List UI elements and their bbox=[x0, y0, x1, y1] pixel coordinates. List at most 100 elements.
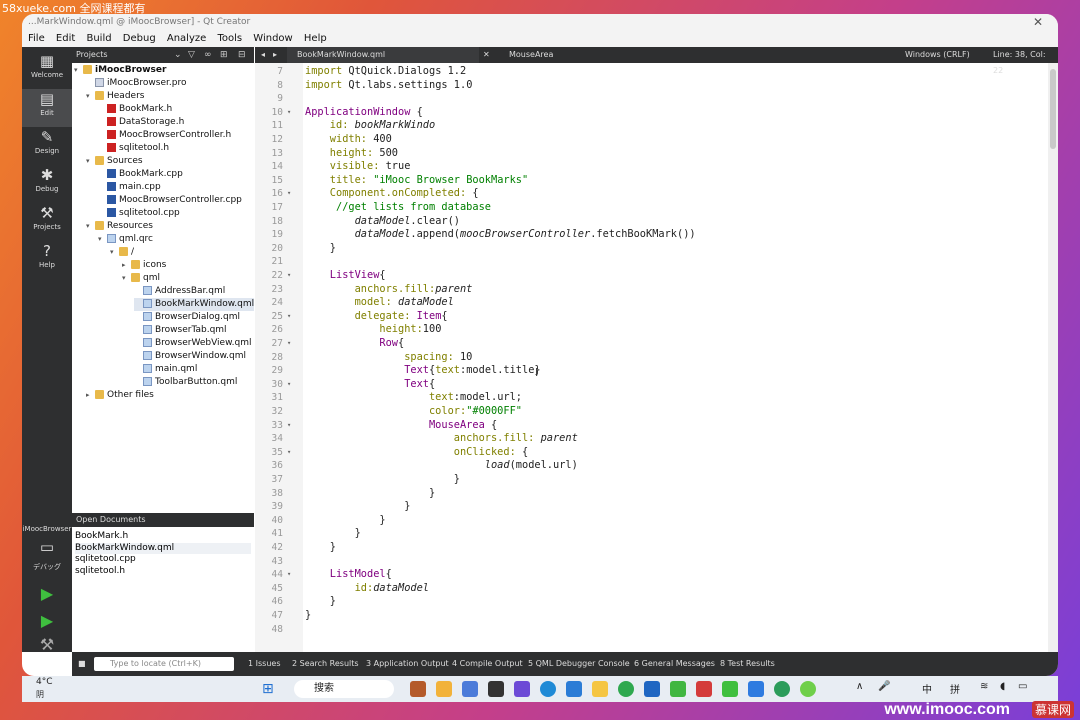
mode-welcome[interactable]: ▦ Welcome bbox=[22, 51, 72, 89]
mode-projects[interactable]: ⚒ Projects bbox=[22, 203, 72, 241]
chevron-down-icon[interactable]: ▾ bbox=[74, 64, 83, 77]
code-line[interactable]: 19 dataModel.append(moocBrowserControlle… bbox=[255, 228, 1048, 242]
ime-mode[interactable]: 中 bbox=[922, 681, 932, 696]
code-line[interactable]: 48 bbox=[255, 623, 1048, 637]
code-line[interactable]: 7 import QtQuick.Dialogs 1.2 bbox=[255, 65, 1048, 79]
fold-arrow-icon[interactable]: ▾ bbox=[287, 378, 291, 392]
chevron-down-icon[interactable]: ▾ bbox=[86, 155, 95, 168]
code-line[interactable]: 32 color:"#0000FF" bbox=[255, 405, 1048, 419]
code-line[interactable]: 12 width: 400 bbox=[255, 133, 1048, 147]
menu-help[interactable]: Help bbox=[304, 33, 327, 44]
app-icon-15[interactable] bbox=[774, 681, 790, 697]
code-line[interactable]: 39 } bbox=[255, 500, 1048, 514]
projects-header[interactable]: Projects ⌄ ▽ ∞ ⊞ ⊟ bbox=[72, 47, 254, 63]
code-line[interactable]: 30 ▾ Text{ bbox=[255, 378, 1048, 392]
fold-arrow-icon[interactable]: ▾ bbox=[287, 337, 291, 351]
microphone-icon[interactable]: 🎤 bbox=[878, 681, 890, 692]
app-icon-4[interactable] bbox=[488, 681, 504, 697]
app-icon-3[interactable] bbox=[462, 681, 478, 697]
pane-issues[interactable]: 1 Issues bbox=[248, 652, 281, 676]
tree-item[interactable]: BookMarkWindow.qml bbox=[134, 298, 254, 311]
toggle-sidebar-icon[interactable]: ■ bbox=[78, 652, 86, 676]
tree-item[interactable]: main.cpp bbox=[98, 181, 254, 194]
open-document-item[interactable]: sqlitetool.cpp bbox=[75, 554, 136, 565]
code-line[interactable]: 37 } bbox=[255, 473, 1048, 487]
open-document-item[interactable]: sqlitetool.h bbox=[75, 566, 125, 577]
pane-test-results[interactable]: 8 Test Results bbox=[720, 652, 775, 676]
tree-item[interactable]: BrowserWebView.qml bbox=[134, 337, 254, 350]
nav-back-icon[interactable]: ◂ bbox=[261, 47, 265, 63]
tree-item[interactable]: AddressBar.qml bbox=[134, 285, 254, 298]
tree-item[interactable]: ▾ Sources bbox=[86, 155, 254, 168]
fold-arrow-icon[interactable]: ▾ bbox=[287, 187, 291, 201]
tree-item[interactable]: ▾ / bbox=[110, 246, 254, 259]
open-document-item[interactable]: BookMark.h bbox=[75, 531, 128, 542]
mode-edit[interactable]: ▤ Edit bbox=[22, 89, 72, 127]
code-line[interactable]: 18 dataModel.clear() bbox=[255, 215, 1048, 229]
pane-search-results[interactable]: 2 Search Results bbox=[292, 652, 359, 676]
code-line[interactable]: 21 bbox=[255, 255, 1048, 269]
fold-arrow-icon[interactable]: ▾ bbox=[287, 419, 291, 433]
code-line[interactable]: 22 ▾ ListView{ bbox=[255, 269, 1048, 283]
folder-icon[interactable] bbox=[592, 681, 608, 697]
code-line[interactable]: 8 import Qt.labs.settings 1.0 bbox=[255, 79, 1048, 93]
qt-icon[interactable] bbox=[722, 681, 738, 697]
chevron-down-icon[interactable]: ▾ bbox=[86, 220, 95, 233]
tray-expand-icon[interactable]: ∧ bbox=[856, 681, 863, 692]
nav-forward-icon[interactable]: ▸ bbox=[273, 47, 277, 63]
tree-item[interactable]: BookMark.cpp bbox=[98, 168, 254, 181]
kit-selector[interactable]: ▭ bbox=[22, 537, 72, 557]
code-line[interactable]: 16 ▾ Component.onCompleted: { bbox=[255, 187, 1048, 201]
chevron-down-icon[interactable]: ▾ bbox=[98, 233, 107, 246]
fold-arrow-icon[interactable]: ▾ bbox=[287, 446, 291, 460]
filter-icon[interactable]: ▽ bbox=[188, 47, 195, 63]
file-selector[interactable]: BookMarkWindow.qml bbox=[287, 47, 479, 63]
battery-icon[interactable]: ▭ bbox=[1018, 681, 1027, 692]
build-hammer-button[interactable]: ⚒ bbox=[22, 633, 72, 657]
chevron-right-icon[interactable]: ▸ bbox=[86, 389, 95, 402]
tree-item[interactable]: BrowserTab.qml bbox=[134, 324, 254, 337]
scrollbar-thumb[interactable] bbox=[1050, 69, 1056, 149]
windows-start-icon[interactable]: ⊞ bbox=[262, 681, 274, 697]
code-line[interactable]: 43 bbox=[255, 555, 1048, 569]
chevron-down-icon[interactable]: ▾ bbox=[122, 272, 131, 285]
code-line[interactable]: 26 height:100 bbox=[255, 323, 1048, 337]
tree-item[interactable]: ▾ Headers bbox=[86, 90, 254, 103]
tree-item[interactable]: sqlitetool.cpp bbox=[98, 207, 254, 220]
app-icon-5[interactable] bbox=[514, 681, 530, 697]
menu-debug[interactable]: Debug bbox=[123, 33, 156, 44]
fold-arrow-icon[interactable]: ▾ bbox=[287, 568, 291, 582]
tree-item[interactable]: ▾ qml.qrc bbox=[98, 233, 254, 246]
tree-item[interactable]: MoocBrowserController.cpp bbox=[98, 194, 254, 207]
tree-item[interactable]: DataStorage.h bbox=[98, 116, 254, 129]
app-icon-9[interactable] bbox=[618, 681, 634, 697]
app-icon-1[interactable] bbox=[410, 681, 426, 697]
code-line[interactable]: 29 Text{text:model.title} bbox=[255, 364, 1048, 378]
code-line[interactable]: 15 title: "iMooc Browser BookMarks" bbox=[255, 174, 1048, 188]
code-line[interactable]: 28 spacing: 10 bbox=[255, 351, 1048, 365]
mode-debug[interactable]: ✱ Debug bbox=[22, 165, 72, 203]
app-icon-11[interactable] bbox=[670, 681, 686, 697]
open-documents-header[interactable]: Open Documents bbox=[72, 513, 254, 527]
locator-input[interactable]: Type to locate (Ctrl+K) bbox=[94, 657, 234, 671]
weather-temp[interactable]: 4°C bbox=[36, 677, 53, 687]
app-icon-2[interactable] bbox=[436, 681, 452, 697]
code-line[interactable]: 25 ▾ delegate: Item{ bbox=[255, 310, 1048, 324]
code-line[interactable]: 10 ▾ ApplicationWindow { bbox=[255, 106, 1048, 120]
wifi-icon[interactable]: ≋ bbox=[980, 681, 988, 692]
app-icon-14[interactable] bbox=[748, 681, 764, 697]
menu-edit[interactable]: Edit bbox=[56, 33, 75, 44]
tree-item[interactable]: BookMark.h bbox=[98, 103, 254, 116]
menu-file[interactable]: File bbox=[28, 33, 45, 44]
code-line[interactable]: 27 ▾ Row{ bbox=[255, 337, 1048, 351]
tree-item[interactable]: main.qml bbox=[134, 363, 254, 376]
code-line[interactable]: 24 model: dataModel bbox=[255, 296, 1048, 310]
chevron-down-icon[interactable]: ▾ bbox=[110, 246, 119, 259]
code-line[interactable]: 20 } bbox=[255, 242, 1048, 256]
pane-qml-debugger-console[interactable]: 5 QML Debugger Console bbox=[528, 652, 630, 676]
pane-general-messages[interactable]: 6 General Messages bbox=[634, 652, 715, 676]
code-line[interactable]: 31 text:model.url; bbox=[255, 391, 1048, 405]
run-button[interactable]: ▶ bbox=[22, 582, 72, 606]
code-line[interactable]: 41 } bbox=[255, 527, 1048, 541]
tree-item[interactable]: ToolbarButton.qml bbox=[134, 376, 254, 389]
